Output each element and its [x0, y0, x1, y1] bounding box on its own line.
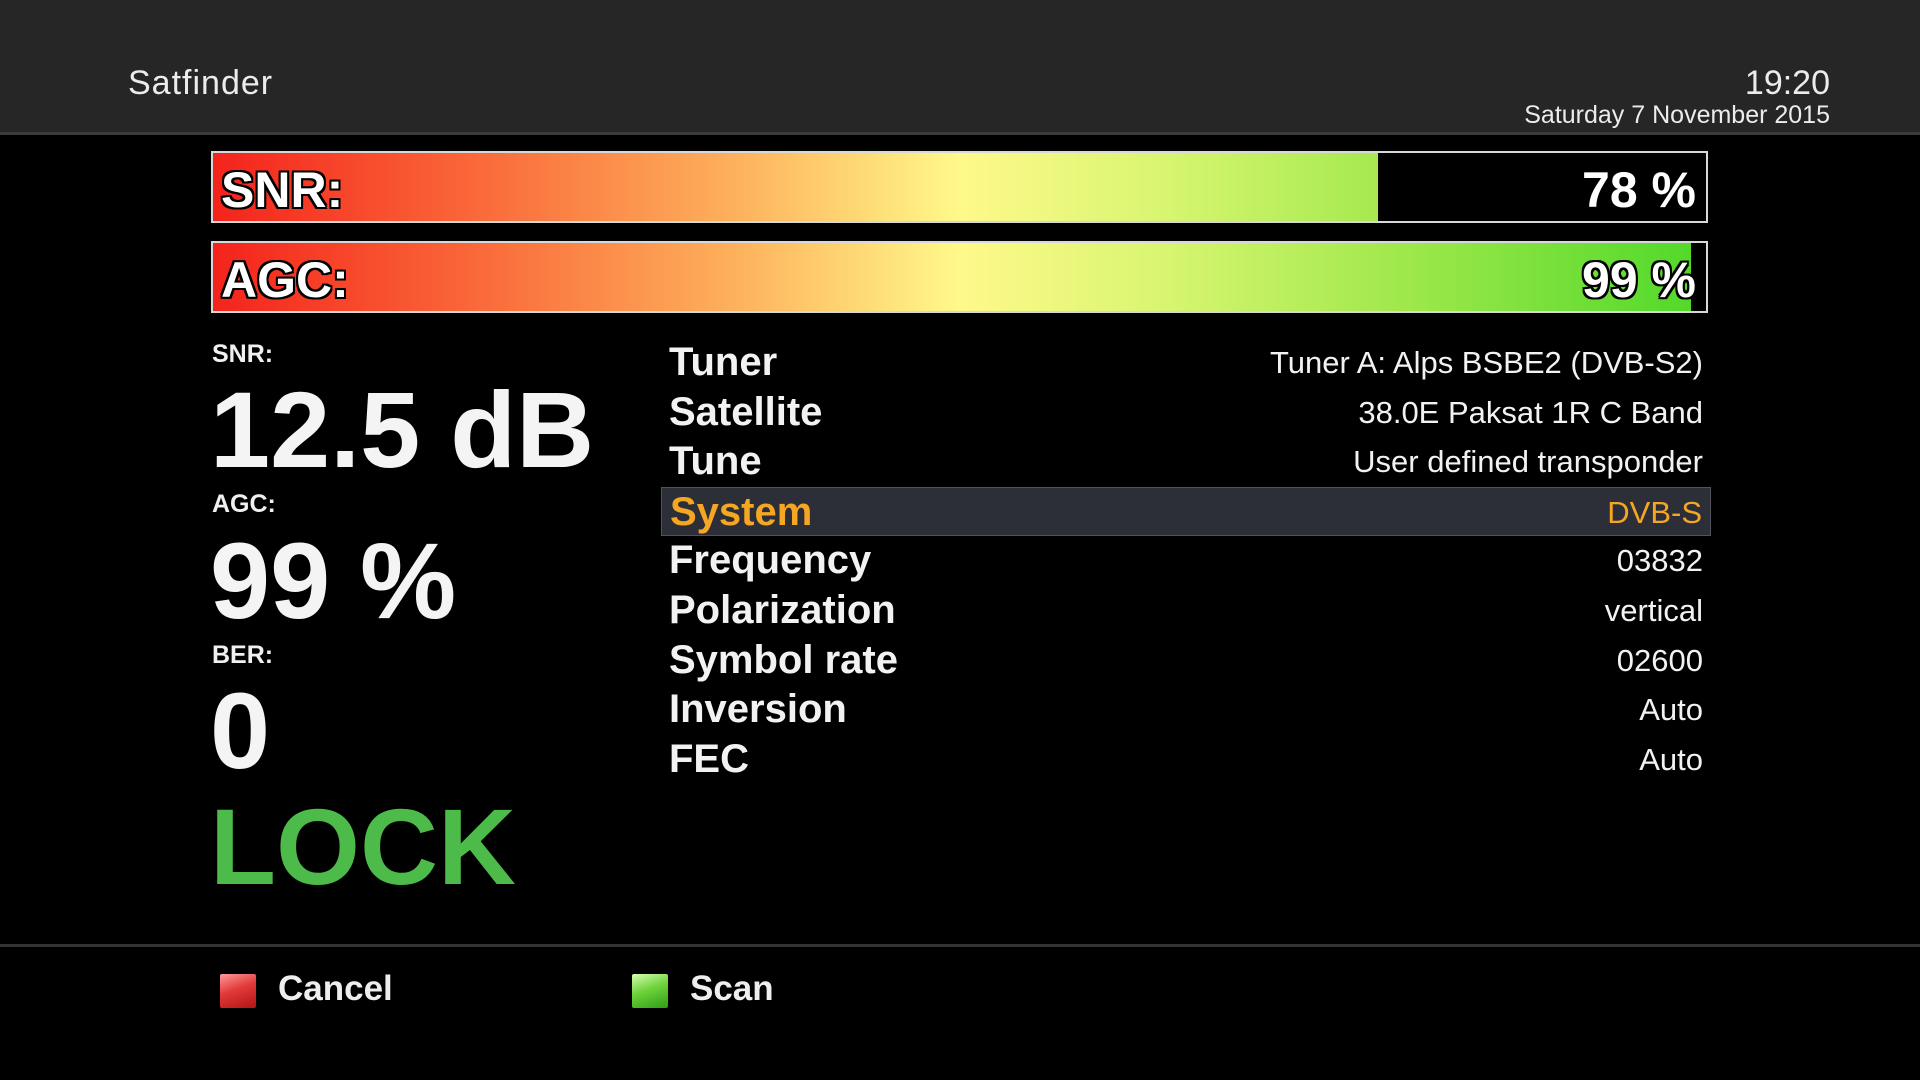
info-value: DVB-S: [1607, 494, 1702, 530]
ber-stat-value: 0: [210, 670, 271, 791]
info-key: Tune: [669, 439, 762, 484]
cancel-button-label: Cancel: [278, 969, 393, 1008]
clock-date: Saturday 7 November 2015: [1524, 101, 1830, 129]
agc-bar-label: AGC:: [221, 252, 349, 308]
info-key: System: [670, 489, 813, 534]
scan-button-label: Scan: [690, 969, 774, 1008]
snr-bar-label: SNR:: [221, 162, 344, 218]
info-key: FEC: [669, 736, 749, 781]
info-value: Auto: [1639, 692, 1703, 728]
agc-bar-value: 99 %: [1582, 252, 1696, 308]
snr-signal-bar: SNR: 78 %: [211, 151, 1708, 223]
agc-bar-fill: [213, 243, 1692, 311]
snr-stat-value: 12.5 dB: [210, 369, 595, 490]
snr-bar-value: 78 %: [1582, 162, 1696, 218]
info-key: Satellite: [669, 389, 823, 434]
info-row-symbol-rate[interactable]: Symbol rate 02600: [661, 636, 1711, 686]
info-value: 02600: [1616, 642, 1703, 678]
info-row-satellite[interactable]: Satellite 38.0E Paksat 1R C Band: [661, 388, 1711, 438]
info-value: vertical: [1604, 592, 1703, 628]
agc-stat-label: AGC:: [212, 490, 276, 518]
header-bar: Satfinder 19:20 Saturday 7 November 2015: [0, 0, 1920, 135]
ber-stat-label: BER:: [212, 641, 274, 669]
green-key-icon: [632, 974, 668, 1008]
info-row-frequency[interactable]: Frequency 03832: [661, 536, 1711, 586]
info-row-system[interactable]: System DVB-S: [661, 486, 1711, 537]
info-key: Polarization: [669, 587, 896, 632]
agc-signal-bar: AGC: 99 %: [211, 241, 1708, 313]
info-row-inversion[interactable]: Inversion Auto: [661, 685, 1711, 735]
info-value: 38.0E Paksat 1R C Band: [1358, 394, 1703, 430]
red-key-icon: [220, 974, 256, 1008]
info-value: Tuner A: Alps BSBE2 (DVB-S2): [1269, 345, 1703, 380]
page-title: Satfinder: [128, 64, 274, 102]
snr-bar-gradient: [213, 153, 1378, 221]
info-row-fec[interactable]: FEC Auto: [661, 735, 1711, 785]
snr-bar-fill: [213, 153, 1378, 221]
clock-time: 19:20: [1744, 64, 1830, 102]
info-value: Auto: [1639, 741, 1703, 777]
info-row-polarization[interactable]: Polarization vertical: [661, 586, 1711, 636]
tuning-info-list: Tuner Tuner A: Alps BSBE2 (DVB-S2) Satel…: [661, 338, 1711, 784]
info-key: Tuner: [669, 340, 778, 384]
agc-bar-gradient: [213, 243, 1692, 311]
agc-stat-value: 99 %: [210, 520, 457, 641]
info-value: User defined transponder: [1353, 444, 1703, 480]
info-key: Inversion: [669, 687, 847, 732]
info-row-tune[interactable]: Tune User defined transponder: [661, 437, 1711, 487]
info-key: Frequency: [669, 538, 872, 583]
snr-stat-label: SNR:: [212, 340, 274, 368]
lock-status: LOCK: [210, 786, 516, 907]
button-bar: Cancel Scan: [0, 944, 1920, 1080]
satfinder-screen: Satfinder 19:20 Saturday 7 November 2015…: [0, 0, 1920, 1080]
info-row-tuner[interactable]: Tuner Tuner A: Alps BSBE2 (DVB-S2): [661, 338, 1711, 388]
info-value: 03832: [1616, 543, 1703, 579]
info-key: Symbol rate: [669, 637, 898, 682]
